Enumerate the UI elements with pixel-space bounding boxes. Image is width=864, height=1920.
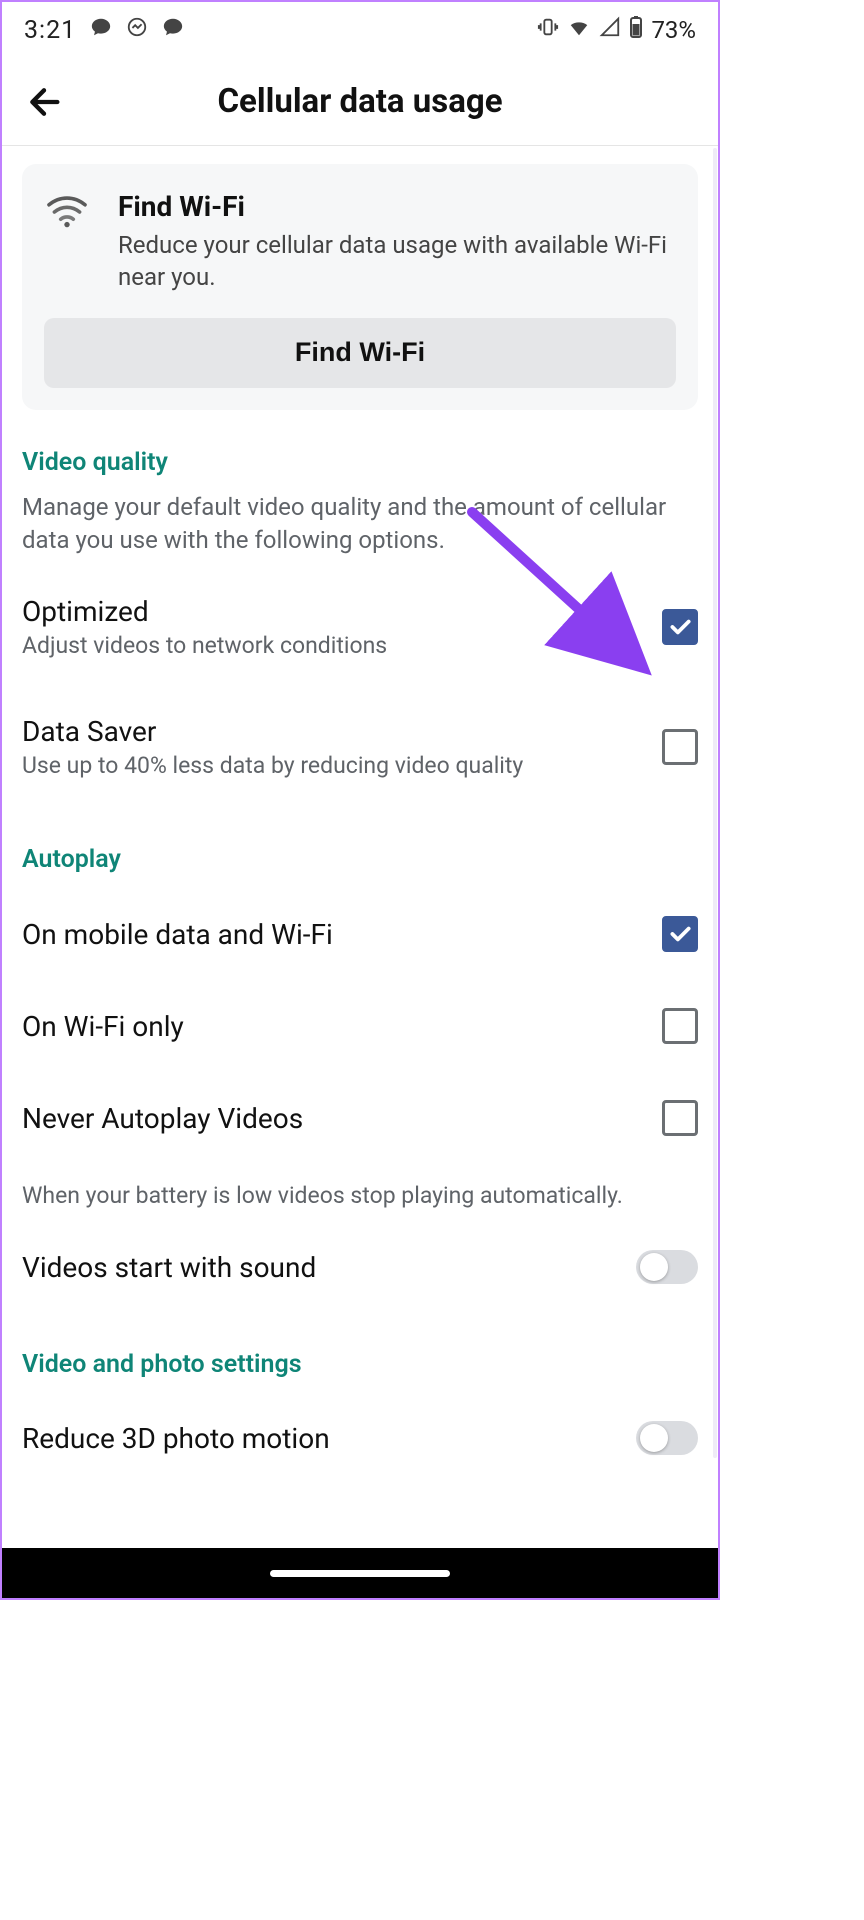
option-autoplay-wifi-only[interactable]: On Wi-Fi only: [22, 980, 698, 1072]
find-wifi-button[interactable]: Find Wi-Fi: [44, 318, 676, 388]
chat-icon-2: [162, 16, 184, 44]
checkbox-autoplay-2[interactable]: [662, 1008, 698, 1044]
autoplay-opt2-title: On Wi-Fi only: [22, 1010, 662, 1043]
battery-percent: 73%: [651, 16, 696, 44]
app-header: Cellular data usage: [2, 58, 718, 146]
chat-icon: [90, 16, 112, 44]
signal-icon: [599, 16, 621, 44]
section-video-photo: Video and photo settings: [22, 1350, 698, 1379]
section-autoplay: Autoplay: [22, 845, 698, 874]
option-optimized[interactable]: Optimized Adjust videos to network condi…: [22, 567, 698, 687]
toggle-videos-sound[interactable]: [636, 1250, 698, 1284]
checkbox-data-saver[interactable]: [662, 729, 698, 765]
find-wifi-card: Find Wi-Fi Reduce your cellular data usa…: [22, 164, 698, 410]
page-title: Cellular data usage: [20, 82, 700, 121]
autoplay-opt3-title: Never Autoplay Videos: [22, 1102, 662, 1135]
nav-home-pill[interactable]: [270, 1570, 450, 1577]
wifi-icon: [44, 190, 100, 234]
autoplay-note: When your battery is low videos stop pla…: [22, 1164, 698, 1222]
video-quality-desc: Manage your default video quality and th…: [22, 491, 698, 557]
find-wifi-title: Find Wi-Fi: [118, 190, 676, 223]
content-scroll[interactable]: Find Wi-Fi Reduce your cellular data usa…: [2, 146, 718, 1548]
row-reduce-3d[interactable]: Reduce 3D photo motion: [22, 1393, 698, 1495]
wifi-status-icon: [567, 16, 591, 44]
option-autoplay-mobile-wifi[interactable]: On mobile data and Wi-Fi: [22, 888, 698, 980]
messenger-icon: [126, 16, 148, 44]
data-saver-title: Data Saver: [22, 715, 662, 748]
row-videos-sound[interactable]: Videos start with sound: [22, 1222, 698, 1312]
checkbox-autoplay-1[interactable]: [662, 916, 698, 952]
find-wifi-desc: Reduce your cellular data usage with ava…: [118, 229, 676, 294]
section-video-quality: Video quality: [22, 448, 698, 477]
videos-sound-label: Videos start with sound: [22, 1251, 316, 1284]
reduce-3d-label: Reduce 3D photo motion: [22, 1422, 330, 1455]
checkbox-optimized[interactable]: [662, 609, 698, 645]
scroll-indicator: [713, 148, 717, 1458]
optimized-title: Optimized: [22, 595, 662, 628]
toggle-reduce-3d[interactable]: [636, 1421, 698, 1455]
android-nav-bar: [2, 1548, 718, 1598]
status-bar: 3:21 73%: [2, 2, 718, 58]
battery-icon: [629, 15, 643, 45]
autoplay-opt1-title: On mobile data and Wi-Fi: [22, 918, 662, 951]
status-time: 3:21: [24, 16, 76, 45]
vibrate-icon: [537, 16, 559, 44]
option-data-saver[interactable]: Data Saver Use up to 40% less data by re…: [22, 687, 698, 807]
checkbox-autoplay-3[interactable]: [662, 1100, 698, 1136]
data-saver-sub: Use up to 40% less data by reducing vide…: [22, 752, 662, 779]
optimized-sub: Adjust videos to network conditions: [22, 632, 662, 659]
option-autoplay-never[interactable]: Never Autoplay Videos: [22, 1072, 698, 1164]
